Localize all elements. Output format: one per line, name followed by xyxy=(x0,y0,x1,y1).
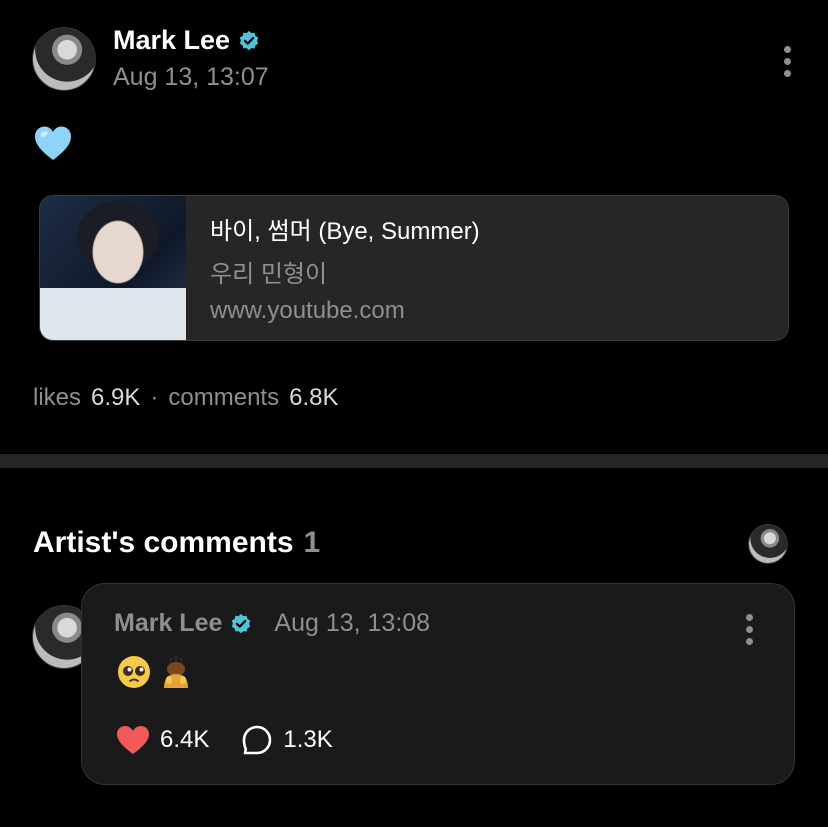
person-bowing-icon xyxy=(158,654,194,690)
author-name[interactable]: Mark Lee xyxy=(113,25,230,56)
link-subtitle: 우리 민형이 xyxy=(210,261,328,288)
link-preview-card[interactable]: 바이, 썸머 (Bye, Summer) 우리 민형이 www.youtube.… xyxy=(39,195,789,341)
comment-replies-count: 1.3K xyxy=(283,726,333,753)
comment-author-name[interactable]: Mark Lee xyxy=(114,609,222,638)
post-timestamp: Aug 13, 13:07 xyxy=(113,63,269,91)
author-avatar[interactable] xyxy=(32,27,96,91)
section-count: 1 xyxy=(303,526,321,559)
verified-badge-icon xyxy=(239,30,259,50)
comment-actions: 6.4K 1.3K xyxy=(116,724,333,756)
verified-badge-icon xyxy=(232,613,251,633)
more-options-icon[interactable] xyxy=(784,46,791,77)
post: Mark Lee Aug 13, 13:07 바이, 썸머 (Bye, Summ… xyxy=(0,0,828,454)
like-heart-icon[interactable] xyxy=(116,725,150,755)
comment-likes-count: 6.4K xyxy=(160,726,210,753)
likes-count[interactable]: 6.9K xyxy=(91,384,140,412)
comment-card: Mark Lee Aug 13, 13:08 6.4K 1.3K xyxy=(81,583,795,785)
link-url: www.youtube.com xyxy=(210,297,405,324)
comment-timestamp: Aug 13, 13:08 xyxy=(274,609,431,637)
stats-separator: · xyxy=(150,384,159,411)
comments-label: comments xyxy=(168,384,280,411)
light-blue-heart-icon xyxy=(35,126,71,160)
link-title: 바이, 썸머 (Bye, Summer) xyxy=(210,218,480,245)
link-thumbnail xyxy=(40,196,186,340)
comment-body xyxy=(116,654,194,690)
section-title: Artist's comments 1 xyxy=(33,526,320,560)
post-stats: likes 6.9K · comments 6.8K xyxy=(33,384,338,412)
artist-comments-section: Artist's comments 1 Mark Lee Aug 13, 13:… xyxy=(0,468,828,827)
pleading-face-icon xyxy=(116,654,152,690)
likes-label: likes xyxy=(33,384,82,411)
comment-more-options-icon[interactable] xyxy=(746,614,753,645)
section-title-text: Artist's comments xyxy=(33,526,294,559)
artist-avatar-small[interactable] xyxy=(748,524,788,564)
post-author[interactable]: Mark Lee xyxy=(113,25,260,56)
reply-bubble-icon[interactable] xyxy=(241,724,273,756)
section-divider xyxy=(0,454,828,468)
comment-author[interactable]: Mark Lee Aug 13, 13:08 xyxy=(114,609,430,638)
comments-count[interactable]: 6.8K xyxy=(289,384,338,412)
